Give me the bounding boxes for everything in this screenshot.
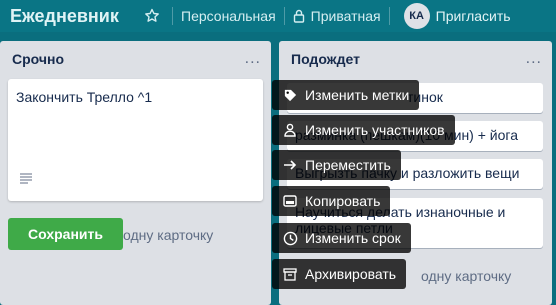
arrow-right-icon [282,157,298,173]
list-title[interactable]: Срочно [12,51,64,67]
team-button[interactable]: Персональная [181,8,276,24]
copy-button[interactable]: Копировать [272,186,391,216]
visibility-label: Приватная [310,8,381,24]
invite-button[interactable]: Пригласить [436,8,511,24]
edit-members-button[interactable]: Изменить участников [272,115,455,145]
list-menu-button[interactable]: ... [245,50,261,68]
avatar[interactable]: КА [403,3,430,29]
card-icon [282,193,298,209]
archive-icon [282,266,298,282]
change-due-label: Изменить срок [305,230,401,246]
list-header: Подождет ... [279,41,552,77]
tag-icon [282,87,298,103]
header-divider [283,7,285,25]
save-button[interactable]: Сохранить [8,218,123,250]
clock-icon [282,230,298,246]
edit-members-label: Изменить участников [305,122,445,138]
card-edit-text[interactable]: Закончить Трелло ^1 [16,89,255,105]
board-title[interactable]: Ежедневник [0,6,136,27]
move-button[interactable]: Переместить [272,150,401,180]
list-header: Срочно ... [0,41,271,77]
person-icon [282,122,298,138]
header-divider [388,7,390,25]
list-menu-button[interactable]: ... [526,50,542,68]
description-icon [19,171,33,187]
header-divider [172,7,173,25]
change-due-button[interactable]: Изменить срок [272,223,411,253]
add-card-button[interactable]: одну карточку [123,227,213,243]
card-editor[interactable]: Закончить Трелло ^1 [8,79,263,201]
add-card-button[interactable]: одну карточку [421,268,511,284]
archive-label: Архивировать [305,266,397,282]
list-title[interactable]: Подождет [291,51,360,67]
visibility-button[interactable]: Приватная [293,8,381,24]
board-header: Ежедневник Персональная Приватная КА При… [0,0,556,32]
star-icon[interactable] [140,8,164,24]
lock-icon [293,9,305,23]
archive-button[interactable]: Архивировать [272,259,407,289]
move-label: Переместить [305,157,391,173]
edit-labels-label: Изменить метки [305,87,410,103]
edit-labels-button[interactable]: Изменить метки [272,80,420,110]
copy-label: Копировать [305,193,381,209]
